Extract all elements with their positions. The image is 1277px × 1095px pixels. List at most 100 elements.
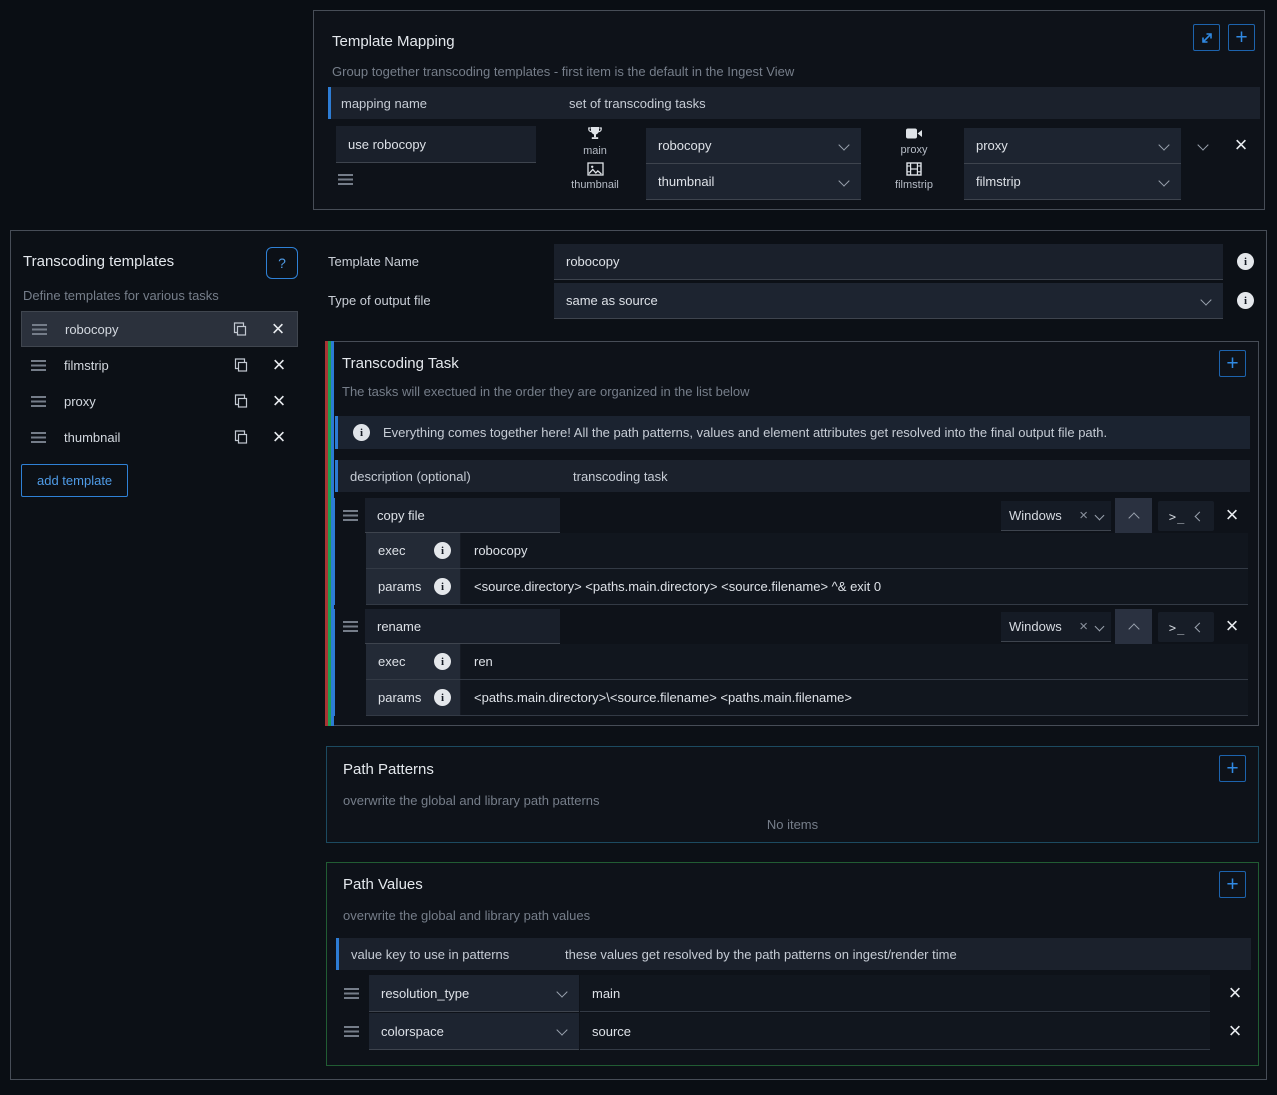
template-mapping-title: Template Mapping <box>332 33 455 50</box>
drag-handle-icon[interactable] <box>31 432 46 443</box>
task-os-select[interactable]: Windows <box>1001 501 1111 531</box>
info-banner-text: Everything comes together here! All the … <box>383 425 1107 440</box>
drag-handle-icon[interactable] <box>31 396 46 407</box>
exec-row: exec robocopy <box>366 533 1248 569</box>
exec-value[interactable]: robocopy <box>474 543 527 558</box>
delete-template-button[interactable] <box>270 392 288 410</box>
value-key: resolution_type <box>381 986 469 1001</box>
duplicate-icon[interactable] <box>234 358 248 372</box>
drag-handle-icon[interactable] <box>32 324 47 335</box>
image-icon <box>587 162 604 176</box>
sidebar-item-robocopy[interactable]: robocopy <box>21 311 298 347</box>
remove-os-icon[interactable] <box>1079 621 1088 633</box>
add-path-value-button[interactable] <box>1219 871 1246 898</box>
row-drag-handle[interactable] <box>344 1026 359 1037</box>
add-task-button[interactable] <box>1219 350 1246 377</box>
task-os-select[interactable]: Windows <box>1001 612 1111 642</box>
sidebar-item-proxy[interactable]: proxy <box>21 383 298 419</box>
template-name-input[interactable] <box>554 244 1223 280</box>
collapse-mapping-chevron-icon[interactable] <box>1197 139 1208 150</box>
params-row: params <source.directory> <paths.main.di… <box>366 569 1248 605</box>
path-value-row: colorspace source <box>336 1013 1251 1050</box>
slot-label-main: main <box>560 145 630 157</box>
info-icon[interactable] <box>1237 292 1254 309</box>
delete-mapping-button[interactable] <box>1232 136 1250 154</box>
task-mode-toggle <box>1158 612 1214 642</box>
value-key-select[interactable]: resolution_type <box>369 975 579 1012</box>
mapping-drag-handle[interactable] <box>338 174 353 185</box>
sidebar-title: Transcoding templates <box>23 253 174 270</box>
exec-row: exec ren <box>366 644 1248 680</box>
add-path-pattern-button[interactable] <box>1219 755 1246 782</box>
task-description-input[interactable] <box>365 498 560 533</box>
chevron-down-icon <box>556 986 567 997</box>
slot-select-proxy[interactable]: proxy <box>964 128 1181 164</box>
output-type-select[interactable]: same as source <box>554 283 1223 319</box>
task-description-input[interactable] <box>365 609 560 644</box>
path-value-row: resolution_type main <box>336 975 1251 1012</box>
slot-label-thumbnail: thumbnail <box>560 179 630 191</box>
slot-select-main[interactable]: robocopy <box>646 128 861 164</box>
info-icon[interactable] <box>434 689 451 706</box>
template-list: robocopy filmstrip proxy thumbnail <box>21 311 298 455</box>
transcoding-task-panel: Transcoding Task The tasks will exectued… <box>326 341 1259 726</box>
slot-select-thumbnail[interactable]: thumbnail <box>646 164 861 200</box>
add-template-button[interactable]: add template <box>21 464 128 497</box>
chevron-down-icon <box>556 1024 567 1035</box>
delete-template-button[interactable] <box>270 428 288 446</box>
slot-select-filmstrip[interactable]: filmstrip <box>964 164 1181 200</box>
expand-mapping-button[interactable] <box>1193 24 1220 51</box>
duplicate-icon[interactable] <box>233 322 247 336</box>
chevron-down-icon <box>1095 622 1105 632</box>
mapping-name-input[interactable] <box>336 126 536 163</box>
remove-os-icon[interactable] <box>1079 510 1088 522</box>
slot-icon-main: main <box>560 126 630 157</box>
exec-label: exec <box>378 654 405 669</box>
task-os-value: Windows <box>1009 619 1079 634</box>
add-mapping-button[interactable] <box>1228 24 1255 51</box>
value-cell[interactable]: main <box>580 975 1210 1012</box>
delete-task-button[interactable] <box>1223 617 1241 635</box>
path-patterns-subtitle: overwrite the global and library path pa… <box>343 793 600 808</box>
row-drag-handle[interactable] <box>344 988 359 999</box>
value-key-select[interactable]: colorspace <box>369 1013 579 1050</box>
collapse-task-button[interactable] <box>1115 609 1152 644</box>
chevron-left-icon[interactable] <box>1195 622 1205 632</box>
value-text: main <box>592 986 620 1001</box>
delete-path-value-button[interactable] <box>1226 1022 1244 1040</box>
chevron-down-icon <box>1158 139 1169 150</box>
slot-label-filmstrip: filmstrip <box>879 179 949 191</box>
info-icon[interactable] <box>434 578 451 595</box>
exec-label-cell: exec <box>366 644 461 679</box>
delete-path-value-button[interactable] <box>1226 984 1244 1002</box>
exec-label: exec <box>378 543 405 558</box>
delete-template-button[interactable] <box>269 320 287 338</box>
info-icon[interactable] <box>434 653 451 670</box>
drag-handle-icon[interactable] <box>31 360 46 371</box>
sidebar-item-filmstrip[interactable]: filmstrip <box>21 347 298 383</box>
task-drag-handle[interactable] <box>343 510 358 521</box>
terminal-icon[interactable] <box>1169 620 1185 635</box>
info-icon[interactable] <box>434 542 451 559</box>
chevron-left-icon[interactable] <box>1195 511 1205 521</box>
sidebar-item-thumbnail[interactable]: thumbnail <box>21 419 298 455</box>
params-value[interactable]: <source.directory> <paths.main.directory… <box>474 579 881 594</box>
value-cell[interactable]: source <box>580 1013 1210 1050</box>
info-icon[interactable] <box>1237 253 1254 270</box>
exec-value[interactable]: ren <box>474 654 493 669</box>
help-button[interactable]: ? <box>266 247 298 279</box>
task-drag-handle[interactable] <box>343 621 358 632</box>
params-label: params <box>378 579 421 594</box>
params-value[interactable]: <paths.main.directory>\<source.filename>… <box>474 690 852 705</box>
slot-label-proxy: proxy <box>879 144 949 156</box>
templates-workspace: Transcoding templates ? Define templates… <box>10 230 1267 1080</box>
terminal-icon[interactable] <box>1169 509 1185 524</box>
delete-template-button[interactable] <box>270 356 288 374</box>
duplicate-icon[interactable] <box>234 430 248 444</box>
delete-task-button[interactable] <box>1223 506 1241 524</box>
output-type-value: same as source <box>566 293 658 308</box>
duplicate-icon[interactable] <box>234 394 248 408</box>
collapse-task-button[interactable] <box>1115 498 1152 533</box>
params-label: params <box>378 690 421 705</box>
value-text: source <box>592 1024 631 1039</box>
